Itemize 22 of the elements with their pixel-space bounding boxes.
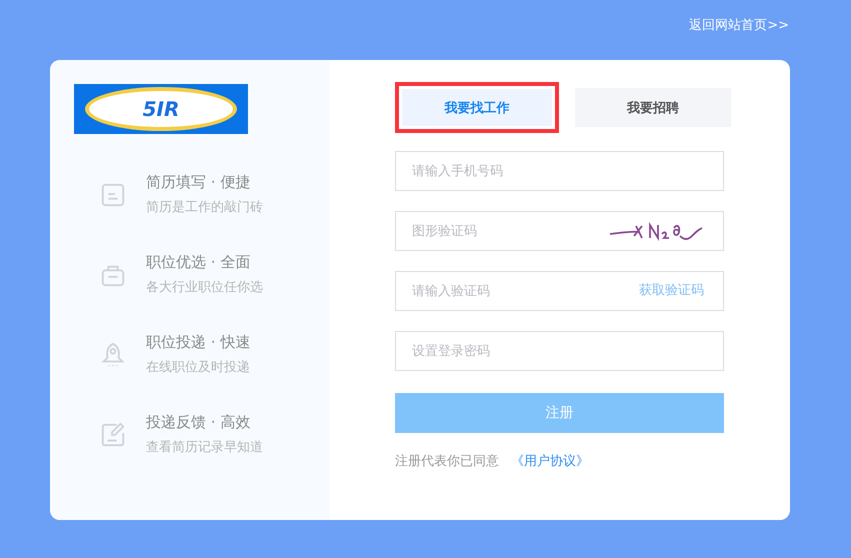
back-home-link[interactable]: 返回网站首页>> [689,16,789,36]
feature-title: 简历填写 · 便捷 [146,172,252,192]
register-button[interactable]: 注册 [395,393,724,433]
rocket-icon [100,342,126,368]
get-code-link[interactable]: 获取验证码 [639,282,704,300]
feature-title: 投递反馈 · 高效 [146,412,252,432]
feature-title: 职位优选 · 全面 [146,252,252,272]
input-field[interactable]: 图形验证码 [395,211,724,251]
document-icon [100,182,126,208]
input-field[interactable]: 设置登录密码 [395,331,724,371]
feature-description: 在线职位及时投递 [146,359,250,377]
edit-document-icon [100,422,126,448]
feature-title: 职位投递 · 快速 [146,332,250,352]
feature-description: 简历是工作的敲门砖 [146,199,263,217]
logo: 5IR [74,84,248,134]
tab[interactable]: 我要招聘 [575,88,731,127]
feature-description: 各大行业职位任你选 [146,279,263,297]
feature-description: 查看简历记录早知道 [146,439,263,457]
input-field[interactable]: 请输入手机号码 [395,151,724,191]
agreement-text: 注册代表你已同意 [395,453,499,470]
tab[interactable]: 我要找工作 [402,89,552,126]
user-agreement-link[interactable]: 《用户协议》 [511,452,589,470]
